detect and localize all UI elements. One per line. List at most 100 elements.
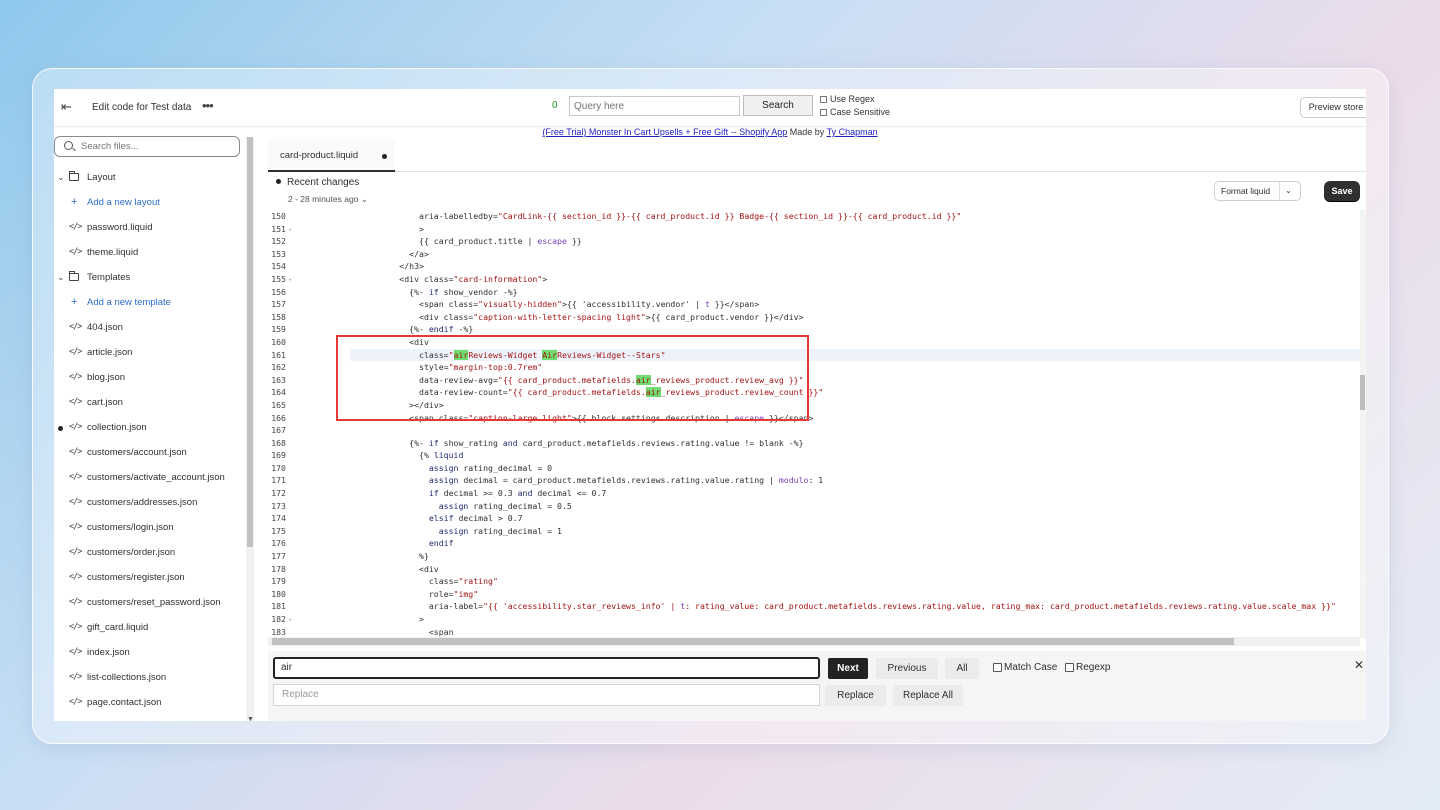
use-regex-box[interactable] [820,95,827,103]
code-line[interactable]: {% liquid [350,449,1360,462]
code-line[interactable]: {{ card_product.title | escape }} [350,235,1360,248]
chevron-down-icon[interactable]: ⌄ [57,165,65,190]
file-item[interactable]: </> customers/addresses.json [54,490,244,515]
code-line[interactable]: elsif decimal > 0.7 [350,512,1360,525]
code-line[interactable]: > [350,223,1360,236]
case-sensitive-checkbox[interactable]: Case Sensitive [820,107,890,117]
code-lines[interactable]: aria-labelledby="CardLink-{{ section_id … [350,210,1360,638]
editor-hscroll-thumb[interactable] [272,638,1234,645]
file-item[interactable]: </> customers/order.json [54,540,244,565]
folder-item[interactable]: ⌄ Layout [54,165,244,190]
all-button[interactable]: All [945,658,979,679]
file-item[interactable]: </> 404.json [54,315,244,340]
regexp-checkbox[interactable]: Regexp [1065,662,1110,673]
file-item[interactable]: </> list-collections.json [54,665,244,690]
code-line[interactable]: <div [350,336,1360,349]
code-line[interactable]: if decimal >= 0.3 and decimal <= 0.7 [350,487,1360,500]
file-item[interactable]: </> article.json [54,340,244,365]
code-line[interactable]: <div [350,563,1360,576]
file-item[interactable]: </> theme.liquid [54,240,244,265]
recent-changes-heading[interactable]: Recent changes [276,177,359,188]
file-item[interactable]: </> customers/activate_account.json [54,465,244,490]
recent-changes-dropdown[interactable]: 2 - 28 minutes ago ⌄ [288,194,368,205]
code-line[interactable]: style="margin-top:0.7rem" [350,361,1360,374]
code-line[interactable]: assign decimal = card_product.metafields… [350,474,1360,487]
scroll-down-arrow-icon[interactable]: ▼ [247,716,254,721]
chevron-down-icon[interactable]: ⌄ [57,265,65,290]
chevron-down-icon[interactable]: ⌄ [1285,182,1292,200]
use-regex-checkbox[interactable]: Use Regex [820,94,875,104]
code-line[interactable]: role="img" [350,588,1360,601]
match-case-checkbox[interactable]: Match Case [993,662,1057,673]
promo-author-link[interactable]: Ty Chapman [827,127,878,137]
file-item[interactable]: </> customers/login.json [54,515,244,540]
replace-button[interactable]: Replace [825,685,886,706]
editor-vertical-scrollbar[interactable] [1360,210,1366,638]
code-line[interactable]: class="airReviews-Widget AirReviews-Widg… [350,348,1360,362]
code-line[interactable]: ></div> [350,399,1360,412]
code-line[interactable]: aria-label="{{ 'accessibility.star_revie… [350,600,1360,613]
code-line[interactable]: </a> [350,248,1360,261]
code-file-icon: </> [69,347,82,357]
fold-arrow-icon[interactable]: ⌄ [288,273,292,286]
sidebar-scroll-thumb[interactable] [247,137,253,547]
code-area[interactable]: 150 151 ⌄ 152 153 154 155 ⌄ 156 157 158 159 160 161 16… [268,210,1360,638]
sidebar-scrollbar[interactable]: ▼ [246,137,254,721]
code-line[interactable]: endif [350,537,1360,550]
code-line[interactable]: assign rating_decimal = 0 [350,462,1360,475]
folder-item[interactable]: ⌄ Templates [54,265,244,290]
code-line[interactable]: assign rating_decimal = 0.5 [350,500,1360,513]
code-line[interactable]: data-review-avg="{{ card_product.metafie… [350,374,1360,387]
next-button[interactable]: Next [828,658,868,679]
code-line[interactable]: data-review-count="{{ card_product.metaf… [350,386,1360,399]
case-sensitive-box[interactable] [820,108,827,116]
add-file-link[interactable]: + Add a new layout [54,190,244,215]
file-search-input[interactable]: Search files... [54,136,240,157]
replace-input[interactable]: Replace [273,684,820,706]
save-button[interactable]: Save [1324,181,1360,201]
code-line[interactable]: {%- endif -%} [350,323,1360,336]
add-file-link[interactable]: + Add a new template [54,290,244,315]
file-item[interactable]: </> customers/reset_password.json [54,590,244,615]
find-input[interactable]: air [273,657,820,679]
match-case-box[interactable] [993,663,1002,672]
code-line[interactable]: %} [350,550,1360,563]
code-line[interactable]: {%- if show_rating and card_product.meta… [350,437,1360,450]
more-actions-icon[interactable]: ••• [202,98,214,113]
preview-store-button[interactable]: Preview store [1300,97,1366,118]
fold-arrow-icon[interactable]: ⌄ [288,613,292,626]
previous-button[interactable]: Previous [876,658,938,679]
file-item[interactable]: </> collection.json [54,415,244,440]
format-liquid-button[interactable]: Format liquid ⌄ [1214,181,1301,201]
promo-link[interactable]: (Free Trial) Monster In Cart Upsells + F… [542,127,787,137]
code-line[interactable]: <span class="visually-hidden">{{ 'access… [350,298,1360,311]
code-line[interactable]: <div class="caption-with-letter-spacing … [350,311,1360,324]
file-item[interactable]: </> password.liquid [54,215,244,240]
close-icon[interactable]: ✕ [1354,658,1364,672]
file-item[interactable]: </> customers/register.json [54,565,244,590]
query-input[interactable] [569,96,740,116]
code-line[interactable]: <span class="caption-large light">{{ blo… [350,412,1360,425]
regexp-box[interactable] [1065,663,1074,672]
code-line[interactable]: class="rating" [350,575,1360,588]
code-line[interactable]: assign rating_decimal = 1 [350,525,1360,538]
code-line[interactable]: </h3> [350,260,1360,273]
file-item[interactable]: </> page.contact.json [54,690,244,715]
code-line[interactable]: <div class="card-information"> [350,273,1360,286]
editor-vscroll-thumb[interactable] [1360,375,1365,410]
code-line[interactable] [350,424,1360,437]
file-item[interactable]: </> customers/account.json [54,440,244,465]
code-line[interactable]: > [350,613,1360,626]
search-button[interactable]: Search [743,95,813,116]
tab-card-product[interactable]: card-product.liquid [268,139,395,172]
editor-horizontal-scrollbar[interactable] [268,637,1360,646]
file-item[interactable]: </> cart.json [54,390,244,415]
code-line[interactable]: {%- if show_vendor -%} [350,286,1360,299]
replace-all-button[interactable]: Replace All [893,685,963,706]
file-item[interactable]: </> gift_card.liquid [54,615,244,640]
file-item[interactable]: </> index.json [54,640,244,665]
code-line[interactable]: aria-labelledby="CardLink-{{ section_id … [350,210,1360,223]
exit-icon[interactable]: ⇤ [61,100,75,114]
fold-arrow-icon[interactable]: ⌄ [288,223,292,236]
file-item[interactable]: </> blog.json [54,365,244,390]
